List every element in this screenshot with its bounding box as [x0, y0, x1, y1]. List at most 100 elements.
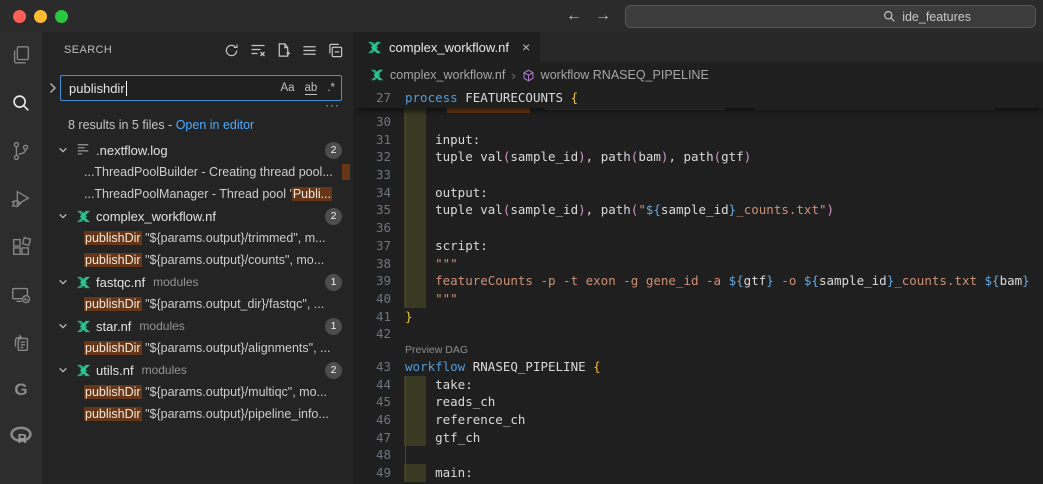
results-summary: 8 results in 5 files - Open in editor [42, 113, 354, 136]
search-match-row[interactable]: publishDir "${params.output}/trimmed", m… [42, 227, 354, 249]
nav-forward-button[interactable]: → [595, 0, 611, 32]
match-count-badge: 2 [325, 208, 342, 225]
file-folder: modules [139, 319, 184, 333]
code-line: 30 [355, 113, 1043, 131]
nextflow-icon [75, 274, 91, 290]
search-sidebar: SEARCH [42, 32, 355, 484]
whole-word-toggle[interactable]: ab [305, 82, 318, 95]
code-line: 43workflow RNASEQ_PIPELINE { [355, 358, 1043, 376]
titlebar: ← → ide_features [0, 0, 1043, 32]
nextflow-icon [75, 362, 91, 378]
code-line: 41} [355, 308, 1043, 326]
account-icon[interactable] [9, 478, 33, 484]
match-case-toggle[interactable]: Aa [280, 82, 294, 94]
remote-explorer-icon[interactable] [9, 284, 33, 306]
chevron-down-icon[interactable] [58, 277, 70, 287]
code-line: 49 main: [355, 464, 1043, 482]
gitlens-icon[interactable]: G [9, 380, 33, 400]
close-window-button[interactable] [13, 10, 26, 23]
open-in-editor-link[interactable]: Open in editor [176, 118, 255, 132]
code-line: 32 tuple val(sample_id), path(bam), path… [355, 148, 1043, 166]
search-file-row[interactable]: complex_workflow.nf 2 [42, 205, 354, 227]
search-query-text: publishdir [69, 81, 125, 96]
toggle-replace-button[interactable] [44, 82, 60, 94]
minimize-window-button[interactable] [34, 10, 47, 23]
chevron-down-icon[interactable] [58, 211, 70, 221]
line-number: 34 [355, 184, 405, 202]
clear-search-results-icon[interactable] [249, 42, 266, 59]
chevron-down-icon[interactable] [58, 321, 70, 331]
close-tab-icon[interactable]: × [522, 39, 530, 55]
code-line: 36 [355, 219, 1043, 237]
match-text: publishDir "${params.output}/counts", mo… [84, 253, 350, 267]
file-folder: modules [153, 275, 198, 289]
search-match-row[interactable]: ...ThreadPoolManager - Thread pool 'Publ… [42, 183, 354, 205]
tab-bar: complex_workflow.nf × [355, 32, 1043, 62]
chevron-down-icon[interactable] [58, 145, 70, 155]
search-match-row[interactable]: publishDir "${params.output}/alignments"… [42, 337, 354, 359]
code-line: 33 [355, 166, 1043, 184]
new-search-editor-icon[interactable] [275, 42, 292, 59]
match-count-badge: 2 [325, 362, 342, 379]
log-file-icon [75, 142, 91, 158]
explorer-icon[interactable] [9, 44, 33, 66]
file-name: .nextflow.log [96, 143, 168, 158]
match-text: publishDir "${params.output}/pipeline_in… [84, 407, 350, 421]
collapse-all-icon[interactable] [327, 42, 344, 59]
line-number: 42 [355, 325, 405, 343]
search-view-icon[interactable] [9, 92, 33, 114]
codelens-preview-dag[interactable]: Preview DAG [355, 343, 1043, 358]
editor-group: complex_workflow.nf × complex_workflow.n… [355, 32, 1043, 484]
breadcrumb: complex_workflow.nf › workflow RNASEQ_PI… [355, 62, 1043, 88]
line-number: 45 [355, 393, 405, 411]
code-line: 45 reads_ch [355, 393, 1043, 411]
search-match-row[interactable]: ...ThreadPoolBuilder - Creating thread p… [42, 161, 354, 183]
chevron-down-icon[interactable] [58, 365, 70, 375]
line-number: 39 [355, 272, 405, 290]
source-control-icon[interactable] [9, 140, 33, 162]
command-center[interactable]: ide_features [625, 5, 1036, 28]
text-cursor [126, 81, 127, 96]
run-debug-icon[interactable] [9, 188, 33, 210]
extensions-icon[interactable] [9, 236, 33, 258]
view-as-list-icon[interactable] [301, 42, 318, 59]
line-number: 33 [355, 166, 405, 184]
match-count-badge: 2 [325, 142, 342, 159]
maximize-window-button[interactable] [55, 10, 68, 23]
search-icon [883, 10, 896, 23]
search-match-row[interactable]: publishDir "${params.output}/counts", mo… [42, 249, 354, 271]
search-match-row[interactable]: publishDir "${params.output_dir}/fastqc"… [42, 293, 354, 315]
search-details-toggle[interactable]: ··· [325, 98, 340, 112]
svg-text:R: R [18, 431, 28, 446]
task-forward-icon[interactable] [9, 332, 33, 354]
code-line: 47 gtf_ch [355, 429, 1043, 447]
regex-toggle[interactable]: .* [327, 82, 335, 94]
code-line: 35 tuple val(sample_id), path("${sample_… [355, 201, 1043, 219]
file-name: star.nf [96, 319, 131, 334]
code-line: 37 script: [355, 237, 1043, 255]
search-file-row[interactable]: .nextflow.log 2 [42, 139, 354, 161]
search-file-row[interactable]: utils.nf modules 2 [42, 359, 354, 381]
r-language-icon[interactable]: R [9, 426, 33, 446]
search-file-row[interactable]: star.nf modules 1 [42, 315, 354, 337]
line-number: 49 [355, 464, 405, 482]
search-file-row[interactable]: fastqc.nf modules 1 [42, 271, 354, 293]
search-input[interactable]: publishdir Aa ab .* [60, 75, 342, 101]
code-line: 40 """ [355, 290, 1043, 308]
refresh-icon[interactable] [223, 42, 240, 59]
code-line: 38 """ [355, 255, 1043, 273]
file-name: complex_workflow.nf [96, 209, 216, 224]
code-line: 44 take: [355, 376, 1043, 394]
search-match-row[interactable]: publishDir "${params.output}/pipeline_in… [42, 403, 354, 425]
line-number: 40 [355, 290, 405, 308]
breadcrumb-symbol[interactable]: workflow RNASEQ_PIPELINE [541, 68, 709, 82]
code-line: 31 input: [355, 131, 1043, 149]
line-number: 38 [355, 255, 405, 273]
sticky-scroll-line[interactable]: 27 process FEATURECOUNTS { [355, 88, 1043, 108]
breadcrumb-file[interactable]: complex_workflow.nf [390, 68, 505, 82]
nav-back-button[interactable]: ← [566, 0, 582, 32]
search-match-row[interactable]: publishDir "${params.output}/multiqc", m… [42, 381, 354, 403]
tab-label: complex_workflow.nf [389, 40, 509, 55]
nextflow-icon [75, 318, 91, 334]
tab-complex-workflow[interactable]: complex_workflow.nf × [355, 32, 540, 62]
